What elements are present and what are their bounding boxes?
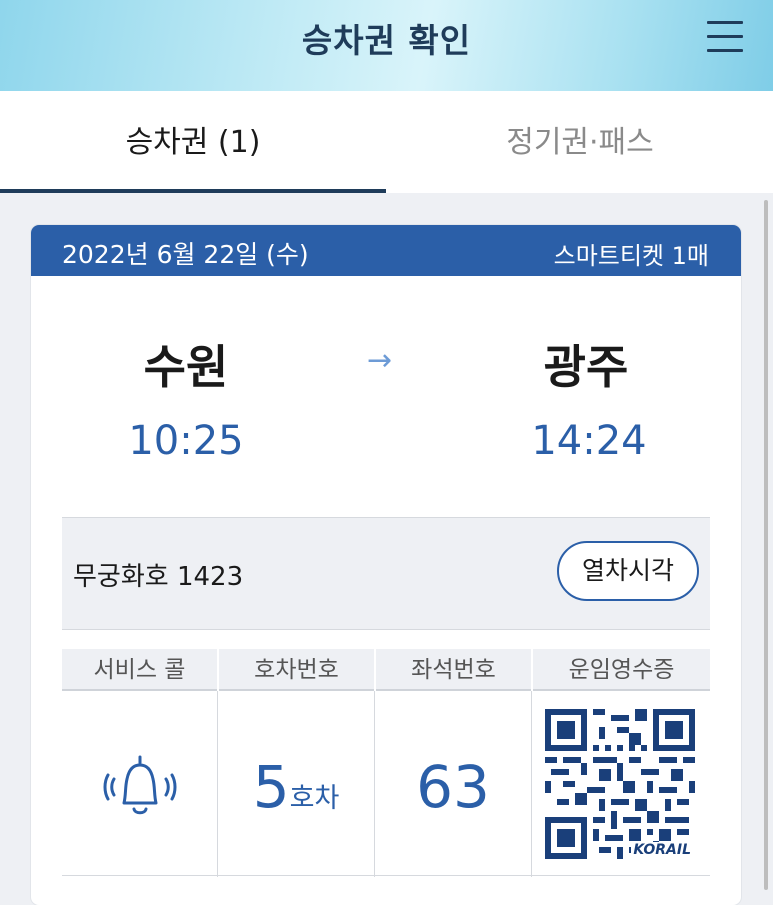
- tab-tickets[interactable]: 승차권 (1): [0, 91, 386, 193]
- arrival-station: 광주: [543, 340, 629, 394]
- arrow-right-icon: →: [367, 343, 393, 378]
- service-call-bell-icon[interactable]: [100, 747, 180, 827]
- fare-receipt-cell: KORAIL: [532, 691, 710, 877]
- scrollbar[interactable]: [764, 200, 768, 890]
- travel-date: 2022년 6월 22일 (수): [62, 240, 309, 269]
- ticket-detail-grid: 서비스 콜 호차번호 좌석번호 운임영수증 5호차 63 KORAIL: [62, 649, 710, 877]
- car-number-cell: 5호차: [218, 691, 375, 877]
- ticket-card: 2022년 6월 22일 (수) 스마트티켓 1매 수원 → 광주 10:25 …: [31, 225, 741, 905]
- column-header-seat-number: 좌석번호: [376, 649, 531, 691]
- train-schedule-button[interactable]: 열차시각: [557, 541, 699, 601]
- seat-number: 63: [375, 753, 531, 821]
- seat-number-value: 63: [416, 753, 490, 821]
- train-info-row: 무궁화호 1423 열차시각: [62, 517, 710, 630]
- column-header-car-number: 호차번호: [219, 649, 374, 691]
- korail-logo-text: KORAIL: [631, 842, 693, 858]
- arrival-time: 14:24: [531, 418, 647, 464]
- qr-code-icon: [545, 709, 695, 859]
- app-header: 승차권 확인: [0, 0, 773, 91]
- departure-station: 수원: [143, 340, 229, 394]
- page-title: 승차권 확인: [301, 21, 472, 60]
- column-header-service-call: 서비스 콜: [62, 649, 217, 691]
- column-header-fare-receipt: 운임영수증: [533, 649, 710, 691]
- car-number: 5호차: [218, 753, 374, 821]
- service-call-cell: [62, 691, 218, 877]
- fare-receipt-qr-code[interactable]: KORAIL: [545, 709, 695, 859]
- train-name: 무궁화호 1423: [73, 562, 244, 592]
- hamburger-menu-icon[interactable]: [707, 19, 743, 53]
- car-number-value: 5: [252, 753, 290, 821]
- car-number-unit: 호차: [289, 783, 340, 814]
- ticket-type: 스마트티켓 1매: [553, 242, 709, 270]
- seat-number-cell: 63: [375, 691, 532, 877]
- active-tab-indicator: [0, 189, 386, 193]
- ticket-card-header: 2022년 6월 22일 (수) 스마트티켓 1매: [31, 225, 741, 276]
- departure-time: 10:25: [128, 418, 244, 464]
- ticket-tabs: 승차권 (1) 정기권·패스: [0, 91, 773, 193]
- tab-season-pass[interactable]: 정기권·패스: [387, 91, 773, 193]
- grid-bottom-divider: [62, 875, 710, 876]
